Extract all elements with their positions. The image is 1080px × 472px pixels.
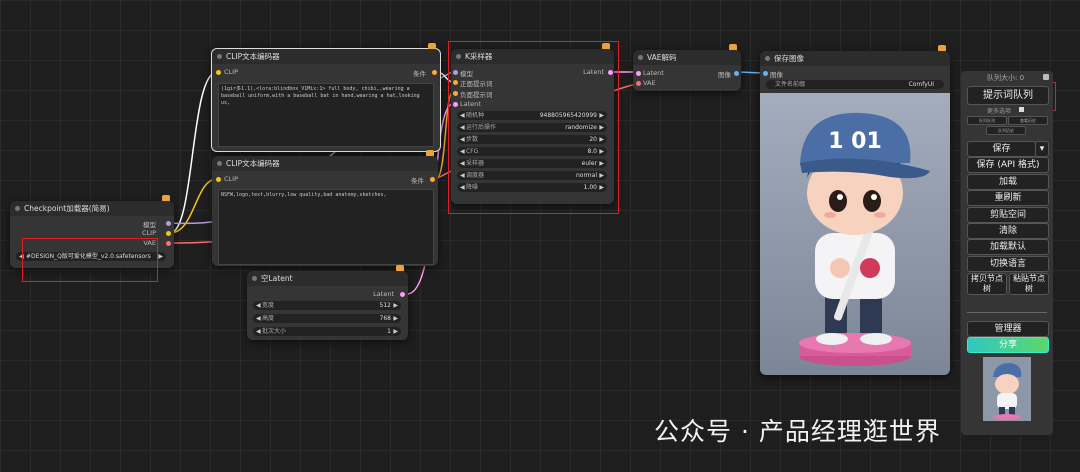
node-title: 空Latent: [247, 271, 408, 286]
output-clip-label: CLIP: [142, 229, 156, 237]
output-conditioning-label: 条件: [413, 70, 426, 78]
manager-button[interactable]: 管理器: [967, 321, 1049, 337]
input-clip-label: CLIP: [224, 68, 238, 76]
generated-image-preview[interactable]: 1 01: [760, 93, 950, 375]
output-conditioning-port[interactable]: [432, 70, 437, 75]
batch-size-widget[interactable]: ◀ 批次大小 1 ▶: [253, 327, 401, 336]
height-widget[interactable]: ◀ 高度 768 ▶: [253, 314, 401, 323]
clipspace-button[interactable]: 剪贴空间: [967, 207, 1049, 223]
node-title: Checkpoint加载器(简易): [10, 201, 174, 216]
wire-clip-negative: [169, 178, 218, 234]
clip-text-encode-positive-node[interactable]: CLIP文本编码器 CLIP 条件 (1gir多1.1),<lora:blind…: [211, 43, 441, 152]
load-button[interactable]: 加载: [967, 174, 1049, 190]
load-default-button[interactable]: 加载默认: [967, 239, 1049, 255]
panel-divider: [967, 312, 1047, 313]
copy-node-tree-button[interactable]: 拷贝节点树: [967, 273, 1007, 295]
node-canvas[interactable]: Checkpoint加载器(简易) 模型 CLIP VAE ◀ #DESIGN_Q…: [0, 0, 1080, 472]
filename-prefix-widget[interactable]: 文件名前缀 ComfyUI: [766, 80, 944, 89]
output-image-label: 图像: [718, 71, 731, 79]
input-image-label: 图像: [770, 71, 783, 79]
output-clip-port[interactable]: [166, 231, 171, 236]
extra-options-label: 更多选项: [987, 108, 1012, 115]
cap-number-text: 1 01: [828, 129, 882, 154]
control-panel: 队列大小: 0 提示词队列 更多选项 队列队列 查看历史 队列历史 保存 ▾ 保…: [961, 71, 1053, 435]
input-clip-label: CLIP: [224, 175, 238, 183]
highlight-ksampler: [448, 41, 619, 214]
view-history-button[interactable]: 查看历史: [1008, 116, 1048, 125]
queue-prompt-button[interactable]: 提示词队列: [967, 86, 1049, 105]
highlight-checkpoint-model: [22, 238, 158, 282]
clear-button[interactable]: 清除: [967, 223, 1049, 239]
input-latent-label: Latent: [643, 69, 664, 77]
output-conditioning-label: 条件: [411, 177, 424, 185]
switch-language-button[interactable]: 切换语言: [967, 256, 1049, 272]
vae-decode-node[interactable]: VAE解码 Latent VAE 图像: [633, 44, 741, 91]
node-title: CLIP文本编码器: [212, 49, 440, 64]
output-model-port[interactable]: [166, 221, 171, 226]
node-title: 保存图像: [760, 51, 950, 66]
watermark-text: 公众号 · 产品经理逛世界: [654, 417, 941, 446]
clip-text-encode-negative-node[interactable]: CLIP文本编码器 CLIP 条件 NSFW,logo,text,blurry,…: [212, 150, 438, 266]
refresh-button[interactable]: 重刷新: [967, 190, 1049, 206]
save-dropdown-button[interactable]: ▾: [1035, 141, 1049, 157]
input-vae-label: VAE: [643, 79, 656, 87]
extra-options-checkbox[interactable]: [1019, 107, 1024, 112]
width-widget[interactable]: ◀ 宽度 512 ▶: [253, 301, 401, 310]
save-image-node[interactable]: 保存图像 图像 文件名前缀 ComfyUI 1 01: [760, 45, 950, 375]
view-queue-button[interactable]: 队列队列: [967, 116, 1007, 125]
output-vae-port[interactable]: [166, 241, 171, 246]
save-button[interactable]: 保存: [967, 141, 1036, 157]
output-image-port[interactable]: [734, 71, 739, 76]
input-clip-port[interactable]: [216, 177, 221, 182]
empty-latent-node[interactable]: 空Latent Latent ◀ 宽度 512 ▶ ◀ 高度 768 ▶ ◀ 批次大小 1 ▶: [247, 265, 408, 340]
output-model-label: 模型: [143, 221, 156, 229]
positive-prompt-textarea[interactable]: (1gir多1.1),<lora:blindbox_V1Mix:1> full …: [218, 83, 434, 147]
history-thumbnail[interactable]: [983, 357, 1031, 421]
output-latent-port[interactable]: [400, 292, 405, 297]
paste-node-tree-button[interactable]: 粘贴节点树: [1009, 273, 1049, 295]
share-button[interactable]: 分享: [967, 337, 1049, 353]
node-title: CLIP文本编码器: [212, 156, 438, 171]
save-api-button[interactable]: 保存 (API 格式): [967, 157, 1049, 173]
input-clip-port[interactable]: [216, 70, 221, 75]
panel-menu-icon[interactable]: [1043, 74, 1049, 80]
input-vae-port[interactable]: [636, 81, 641, 86]
queue-size-label: 队列大小: 0: [987, 74, 1025, 82]
input-image-port[interactable]: [763, 71, 768, 76]
negative-prompt-textarea[interactable]: NSFW,logo,text,blurry,low quality,bad an…: [218, 189, 434, 265]
input-latent-port[interactable]: [636, 71, 641, 76]
node-title: VAE解码: [633, 50, 741, 65]
output-conditioning-port[interactable]: [430, 177, 435, 182]
queue-history-button[interactable]: 队列历史: [986, 126, 1026, 135]
output-latent-label: Latent: [373, 290, 394, 298]
